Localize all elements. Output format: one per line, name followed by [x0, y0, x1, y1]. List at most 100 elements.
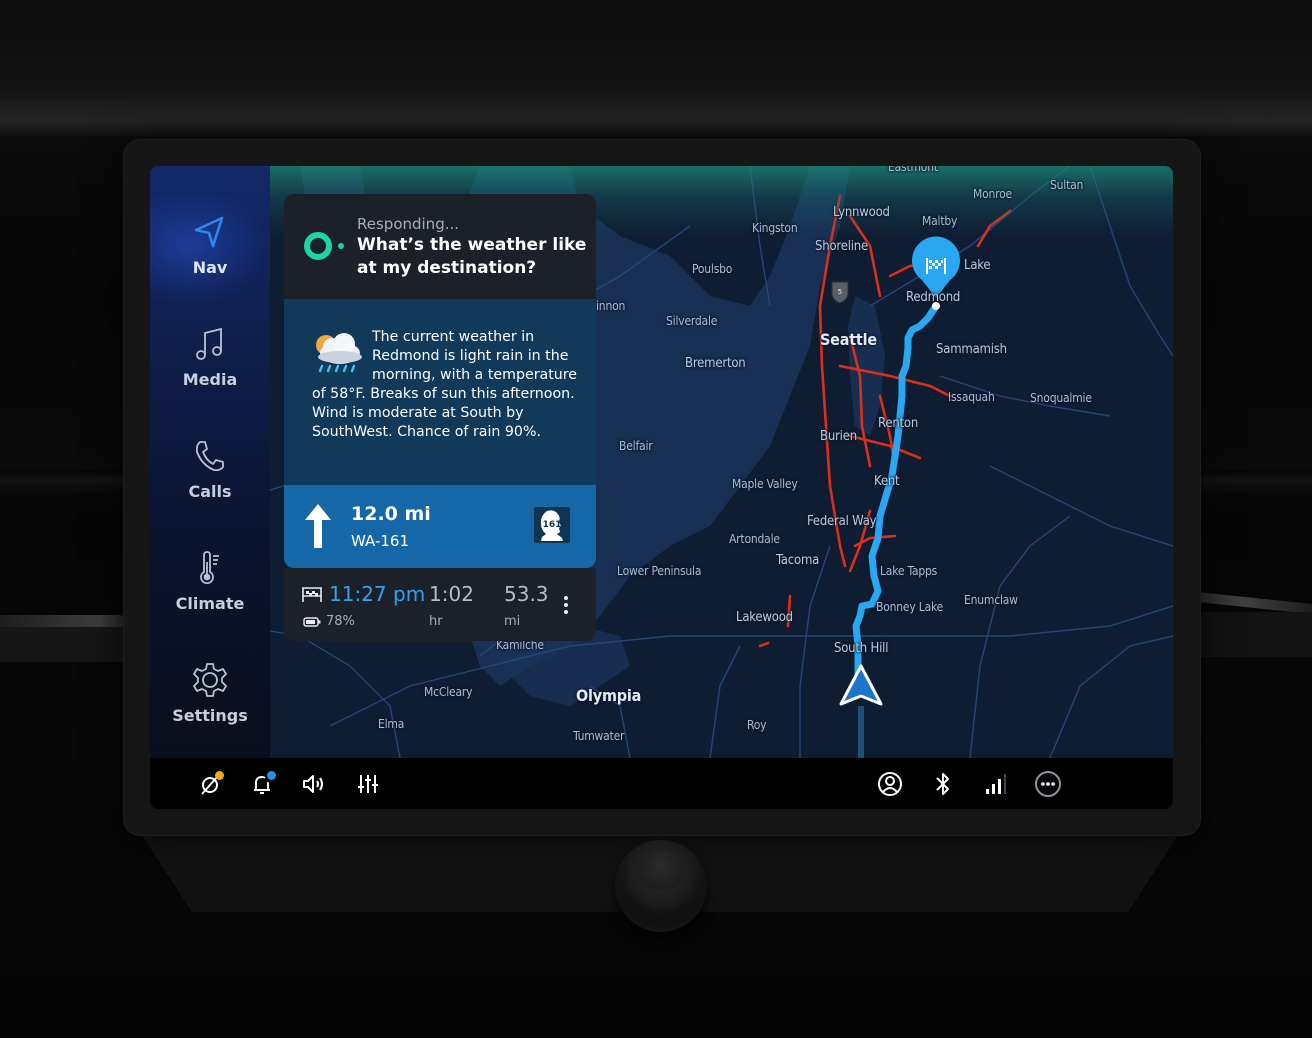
- nav-item-settings[interactable]: Settings: [150, 660, 270, 750]
- volume-button[interactable]: [300, 770, 328, 798]
- map-label-issaquah: Issaquah: [948, 390, 995, 404]
- map-label-silverdale: Silverdale: [666, 314, 718, 328]
- chrome-trim-left: [0, 615, 125, 627]
- nav-item-label: Settings: [172, 706, 248, 725]
- map-label-belfair: Belfair: [619, 439, 653, 453]
- vent-left: [0, 627, 125, 662]
- map-label-lakewood: Lakewood: [736, 610, 793, 625]
- voice-assistant-toggle[interactable]: [196, 770, 224, 798]
- arrival-time: 11:27 pm: [329, 582, 426, 606]
- dashboard-trim-right: [1192, 470, 1312, 495]
- map-label-tumwater: Tumwater: [573, 729, 625, 743]
- next-maneuver-card[interactable]: 12.0 mi WA-161 161: [284, 485, 596, 568]
- assistant-orb-dot: [338, 243, 344, 249]
- map-label-shoreline: Shoreline: [815, 239, 869, 254]
- map-label-poulsbo: Poulsbo: [692, 262, 733, 276]
- weather-response-card: The current weather in Redmond is light …: [284, 299, 596, 485]
- map-label-federal-way: Federal Way: [807, 514, 877, 529]
- system-status-bar: [150, 758, 1173, 809]
- voice-assistant-panel: Responding... What’s the weather like at…: [284, 194, 596, 299]
- trip-distance: 53.3: [504, 582, 549, 606]
- map-label-seattle: Seattle: [820, 330, 877, 349]
- straight-arrow-icon: [305, 504, 331, 548]
- maneuver-road: WA-161: [351, 532, 409, 550]
- map-label-bonney-lake: Bonney Lake: [876, 600, 944, 614]
- nav-item-label: Calls: [188, 482, 232, 501]
- interstate-5-label: 5: [838, 288, 842, 296]
- dashboard-trim-left: [0, 470, 130, 495]
- map-label-maple-valley: Maple Valley: [732, 477, 798, 491]
- user-profile-button[interactable]: [876, 770, 904, 798]
- vent-right: [1197, 612, 1312, 657]
- volume-icon: [303, 775, 323, 793]
- map-label-tacoma: Tacoma: [776, 553, 820, 568]
- notification-badge: [215, 771, 224, 780]
- map-label-monroe: Monroe: [973, 187, 1012, 201]
- assistant-orb-icon: [304, 232, 332, 260]
- assistant-query: What’s the weather like at my destinatio…: [357, 235, 587, 278]
- map-label-bremerton: Bremerton: [685, 356, 746, 371]
- battery-icon: [303, 617, 321, 627]
- map-label-maltby: Maltby: [922, 214, 958, 228]
- nav-rail: Nav Media Calls Climate Settings: [150, 166, 270, 758]
- map-label-eastmont: Eastmont: [888, 166, 938, 174]
- map-label-lynnwood: Lynnwood: [833, 205, 890, 220]
- trip-duration: 1:02: [429, 582, 474, 606]
- map-label-burien: Burien: [820, 429, 857, 444]
- knob-cap: [637, 850, 685, 890]
- assistant-status: Responding...: [357, 215, 460, 233]
- map-label-kingston: Kingston: [752, 221, 798, 235]
- wa-state-route-shield-icon: 161: [534, 507, 570, 543]
- nav-item-label: Nav: [192, 258, 228, 277]
- map-label-artondale: Artondale: [729, 532, 780, 546]
- maneuver-distance: 12.0 mi: [351, 503, 431, 525]
- more-options-icon: [1035, 771, 1061, 797]
- signal-strength-indicator: [981, 770, 1009, 798]
- battery-level: 78%: [326, 614, 355, 629]
- bluetooth-button[interactable]: [929, 770, 957, 798]
- more-options-button[interactable]: [1034, 770, 1062, 798]
- control-knob[interactable]: [615, 840, 707, 932]
- trip-more-options-button[interactable]: [556, 590, 576, 620]
- map-label-sammamish: Sammamish: [936, 342, 1007, 357]
- map-label-snoqualmie: Snoqualmie: [1030, 391, 1092, 405]
- gear-icon: [190, 660, 230, 700]
- map-label-mccleary: McCleary: [424, 685, 473, 699]
- nav-item-nav[interactable]: Nav: [150, 212, 270, 302]
- nav-item-climate[interactable]: Climate: [150, 548, 270, 638]
- map-label-innon: innon: [596, 299, 626, 313]
- map-label-enumclaw: Enumclaw: [964, 593, 1018, 607]
- navigation-arrow-icon: [190, 212, 230, 252]
- thermometer-icon: [190, 548, 230, 588]
- map-label-olympia: Olympia: [576, 686, 642, 705]
- arrival-flag-icon: [302, 587, 322, 602]
- nav-item-calls[interactable]: Calls: [150, 436, 270, 526]
- map-label-elma: Elma: [378, 717, 405, 731]
- nav-item-media[interactable]: Media: [150, 324, 270, 414]
- duration-unit: hr: [429, 614, 443, 629]
- music-note-icon: [190, 324, 230, 364]
- user-profile-icon: [878, 772, 902, 796]
- map-label-south-hill: South Hill: [834, 641, 889, 656]
- map-label-lake: Lake: [964, 258, 991, 273]
- notification-badge: [267, 771, 276, 780]
- map-label-kent: Kent: [874, 474, 900, 489]
- interstate-5-shield: 5: [831, 281, 849, 304]
- nav-item-label: Media: [182, 370, 238, 389]
- notifications-button[interactable]: [248, 770, 276, 798]
- map-label-lake-tapps: Lake Tapps: [880, 564, 938, 578]
- signal-strength-icon: [986, 774, 1006, 794]
- equalizer-button[interactable]: [354, 770, 382, 798]
- map-label-redmond: Redmond: [906, 290, 961, 305]
- infotainment-screen: 5 Eastmont Sultan Monroe Lynnwood Maltby King: [150, 166, 1173, 809]
- weather-response-text: The current weather in Redmond is light …: [312, 328, 592, 442]
- distance-unit: mi: [504, 614, 521, 629]
- map-label-lower-peninsula: Lower Peninsula: [617, 564, 702, 578]
- bluetooth-icon: [936, 773, 949, 795]
- phone-icon: [190, 436, 230, 476]
- map-label-renton: Renton: [878, 416, 919, 431]
- nav-item-label: Climate: [175, 594, 245, 613]
- shield-number: 161: [543, 520, 562, 530]
- dashboard-ledge: [0, 100, 1312, 136]
- trip-summary: 11:27 pm 1:02 53.3 78% hr mi: [284, 568, 596, 641]
